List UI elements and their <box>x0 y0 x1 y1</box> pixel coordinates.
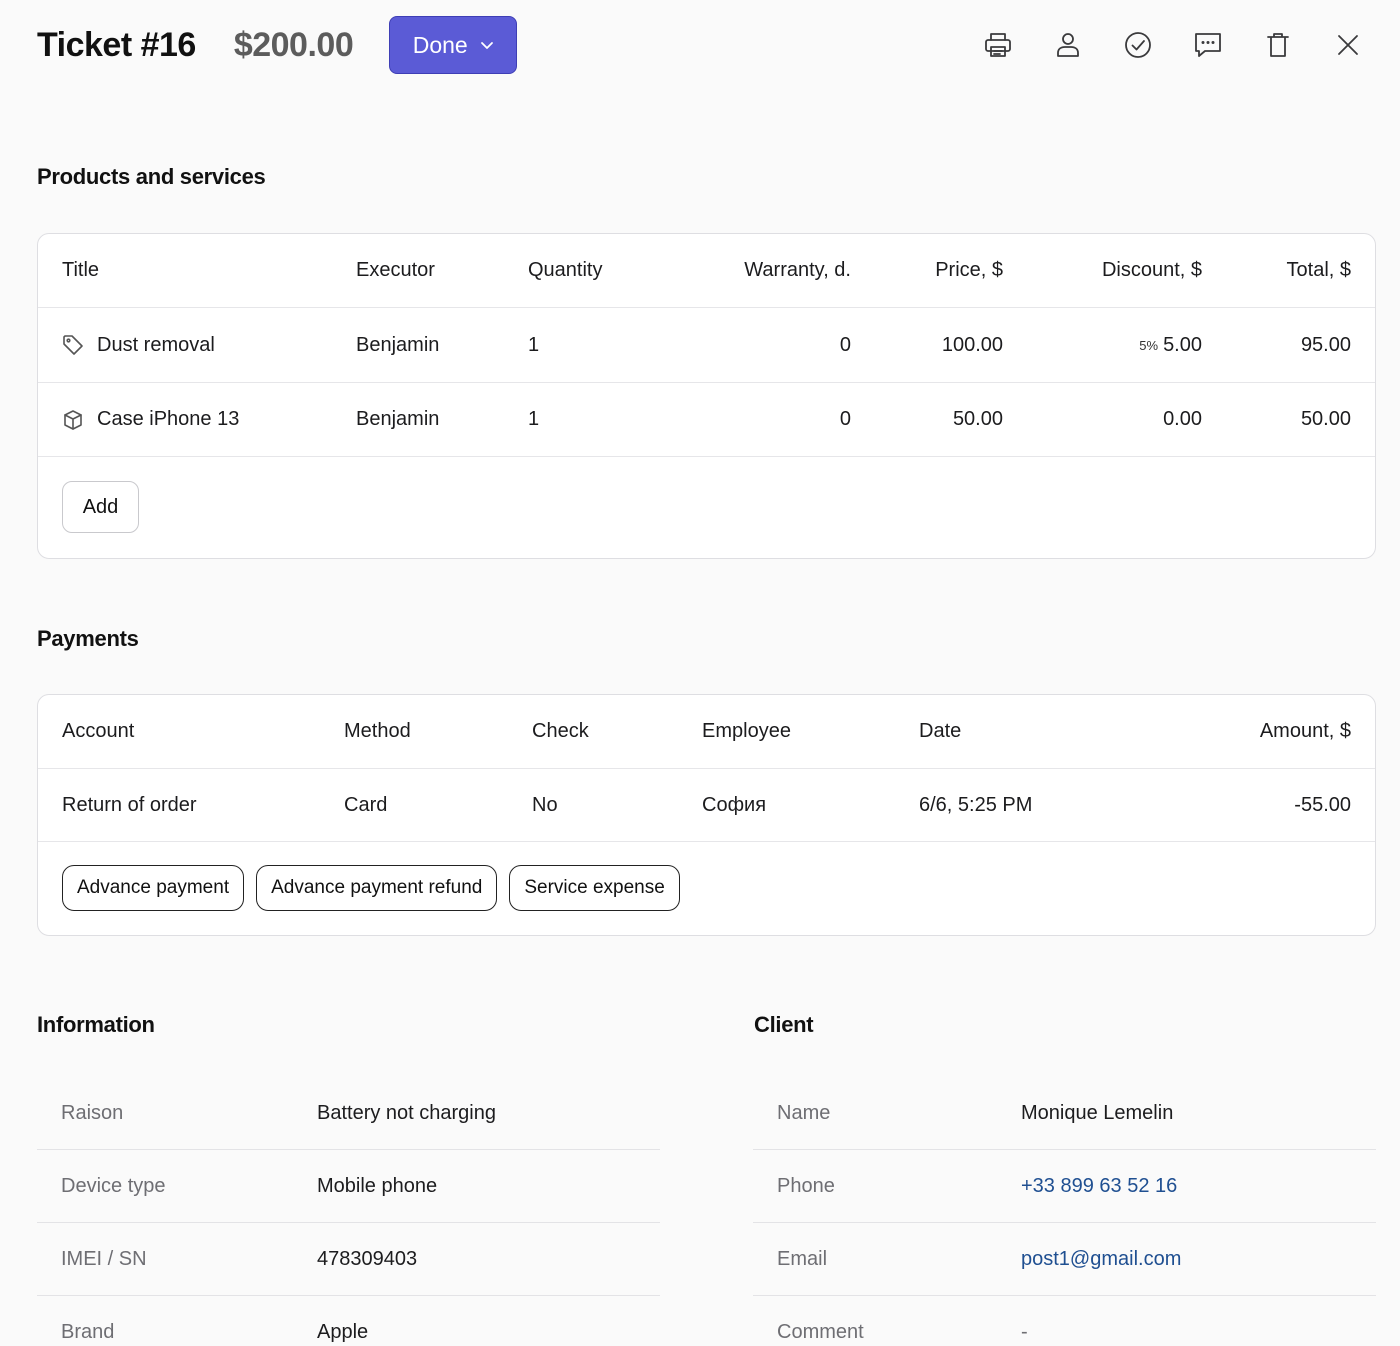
ticket-header: Ticket #16 $200.00 Done <box>37 16 1376 74</box>
list-item: Name Monique Lemelin <box>753 1077 1376 1150</box>
print-icon <box>985 33 1011 57</box>
print-button[interactable] <box>974 21 1022 69</box>
advance-payment-button[interactable]: Advance payment <box>62 865 245 911</box>
product-discount: 5.00 <box>1163 333 1202 356</box>
chevron-down-icon <box>480 42 493 49</box>
product-executor: Benjamin <box>356 408 440 430</box>
close-button[interactable] <box>1324 21 1372 69</box>
products-table: Title Executor Quantity Warranty, d. Pri… <box>37 233 1376 559</box>
payments-table: Account Method Check Employee Date Amoun… <box>37 694 1376 936</box>
list-item: Phone +33 899 63 52 16 <box>753 1150 1376 1223</box>
col-warranty: Warranty, d. <box>744 259 851 281</box>
product-total: 95.00 <box>1300 333 1351 356</box>
box-icon <box>62 409 84 431</box>
list-item: IMEI / SN 478309403 <box>37 1223 660 1296</box>
col-check: Check <box>532 720 589 742</box>
list-item: Brand Apple <box>37 1296 660 1346</box>
information-section-title: Information <box>37 1012 155 1037</box>
payments-table-header: Account Method Check Employee Date Amoun… <box>38 695 1375 769</box>
list-item: Raison Battery not charging <box>37 1077 660 1150</box>
check-circle-icon <box>1125 32 1151 58</box>
comment-icon <box>1195 33 1221 57</box>
product-title: Dust removal <box>97 333 215 356</box>
info-value: 478309403 <box>317 1247 418 1270</box>
payment-amount: -55.00 <box>1294 793 1351 816</box>
add-product-button[interactable]: Add <box>62 481 139 533</box>
col-quantity: Quantity <box>528 259 603 281</box>
advance-payment-refund-button[interactable]: Advance payment refund <box>256 865 498 911</box>
products-table-footer: Add <box>38 457 1375 557</box>
header-actions <box>974 21 1376 69</box>
products-section-title: Products and services <box>37 164 266 189</box>
col-employee: Employee <box>702 720 791 742</box>
client-comment: - <box>1021 1321 1028 1343</box>
client-phone-link[interactable]: +33 899 63 52 16 <box>1021 1150 1177 1222</box>
col-price: Price, $ <box>935 259 1003 281</box>
table-row[interactable]: Return of order Card No София 6/6, 5:25 … <box>38 769 1375 842</box>
complete-button[interactable] <box>1114 21 1162 69</box>
client-section-title: Client <box>754 1012 814 1037</box>
info-label: IMEI / SN <box>61 1247 147 1270</box>
client-label: Phone <box>777 1174 835 1197</box>
table-row[interactable]: Dust removal Benjamin 1 0 100.00 5% 5.00… <box>38 308 1375 383</box>
close-icon <box>1338 35 1358 55</box>
info-value: Battery not charging <box>317 1101 496 1124</box>
product-title: Case iPhone 13 <box>97 408 240 430</box>
client-label: Comment <box>777 1321 864 1343</box>
ticket-amount: $200.00 <box>233 25 354 64</box>
client-email-link[interactable]: post1@gmail.com <box>1021 1223 1181 1295</box>
info-value: Mobile phone <box>317 1174 438 1197</box>
service-expense-button[interactable]: Service expense <box>509 865 680 911</box>
list-item: Email post1@gmail.com <box>753 1223 1376 1296</box>
product-total: 50.00 <box>1300 408 1351 430</box>
payment-employee: София <box>702 793 767 816</box>
product-price: 100.00 <box>941 333 1003 356</box>
payments-actions: Advance payment Advance payment refund S… <box>38 842 1375 935</box>
client-label: Name <box>777 1101 831 1124</box>
payment-date: 6/6, 5:25 PM <box>919 793 1033 816</box>
products-table-header: Title Executor Quantity Warranty, d. Pri… <box>38 234 1375 308</box>
info-label: Device type <box>61 1174 166 1197</box>
col-title: Title <box>62 259 100 281</box>
payment-method: Card <box>344 793 388 816</box>
product-price: 50.00 <box>952 408 1003 430</box>
client-list: Name Monique Lemelin Phone +33 899 63 52… <box>753 1077 1376 1346</box>
product-executor: Benjamin <box>356 333 440 356</box>
info-label: Raison <box>61 1101 124 1124</box>
col-method: Method <box>344 720 411 742</box>
col-amount: Amount, $ <box>1259 720 1351 742</box>
ticket-title: Ticket #16 <box>37 25 196 64</box>
info-label: Brand <box>61 1321 115 1343</box>
col-account: Account <box>62 720 135 742</box>
tag-icon <box>62 334 84 356</box>
col-total: Total, $ <box>1286 259 1351 281</box>
delete-button[interactable] <box>1254 21 1302 69</box>
col-discount: Discount, $ <box>1101 259 1202 281</box>
col-executor: Executor <box>356 259 435 281</box>
table-row[interactable]: Case iPhone 13 Benjamin 1 0 50.00 0.00 5… <box>38 383 1375 457</box>
assign-user-button[interactable] <box>1044 21 1092 69</box>
payment-account: Return of order <box>62 793 197 816</box>
col-date: Date <box>919 720 962 742</box>
product-quantity: 1 <box>528 408 540 430</box>
status-dropdown-button[interactable]: Done <box>389 16 518 74</box>
product-warranty: 0 <box>839 408 851 430</box>
information-list: Raison Battery not charging Device type … <box>37 1077 660 1346</box>
discount-percent: 5% <box>1139 337 1159 353</box>
comment-button[interactable] <box>1184 21 1232 69</box>
client-label: Email <box>777 1247 828 1270</box>
client-name: Monique Lemelin <box>1021 1101 1174 1124</box>
product-discount: 0.00 <box>1163 408 1202 430</box>
payment-check: No <box>532 793 558 816</box>
list-item: Device type Mobile phone <box>37 1150 660 1223</box>
list-item: Comment - <box>753 1296 1376 1346</box>
status-label: Done <box>412 31 468 58</box>
product-quantity: 1 <box>528 333 540 356</box>
info-value: Apple <box>317 1321 369 1343</box>
trash-icon <box>1267 33 1289 57</box>
user-icon <box>1057 33 1079 57</box>
payments-section-title: Payments <box>37 626 139 651</box>
product-warranty: 0 <box>839 333 851 356</box>
